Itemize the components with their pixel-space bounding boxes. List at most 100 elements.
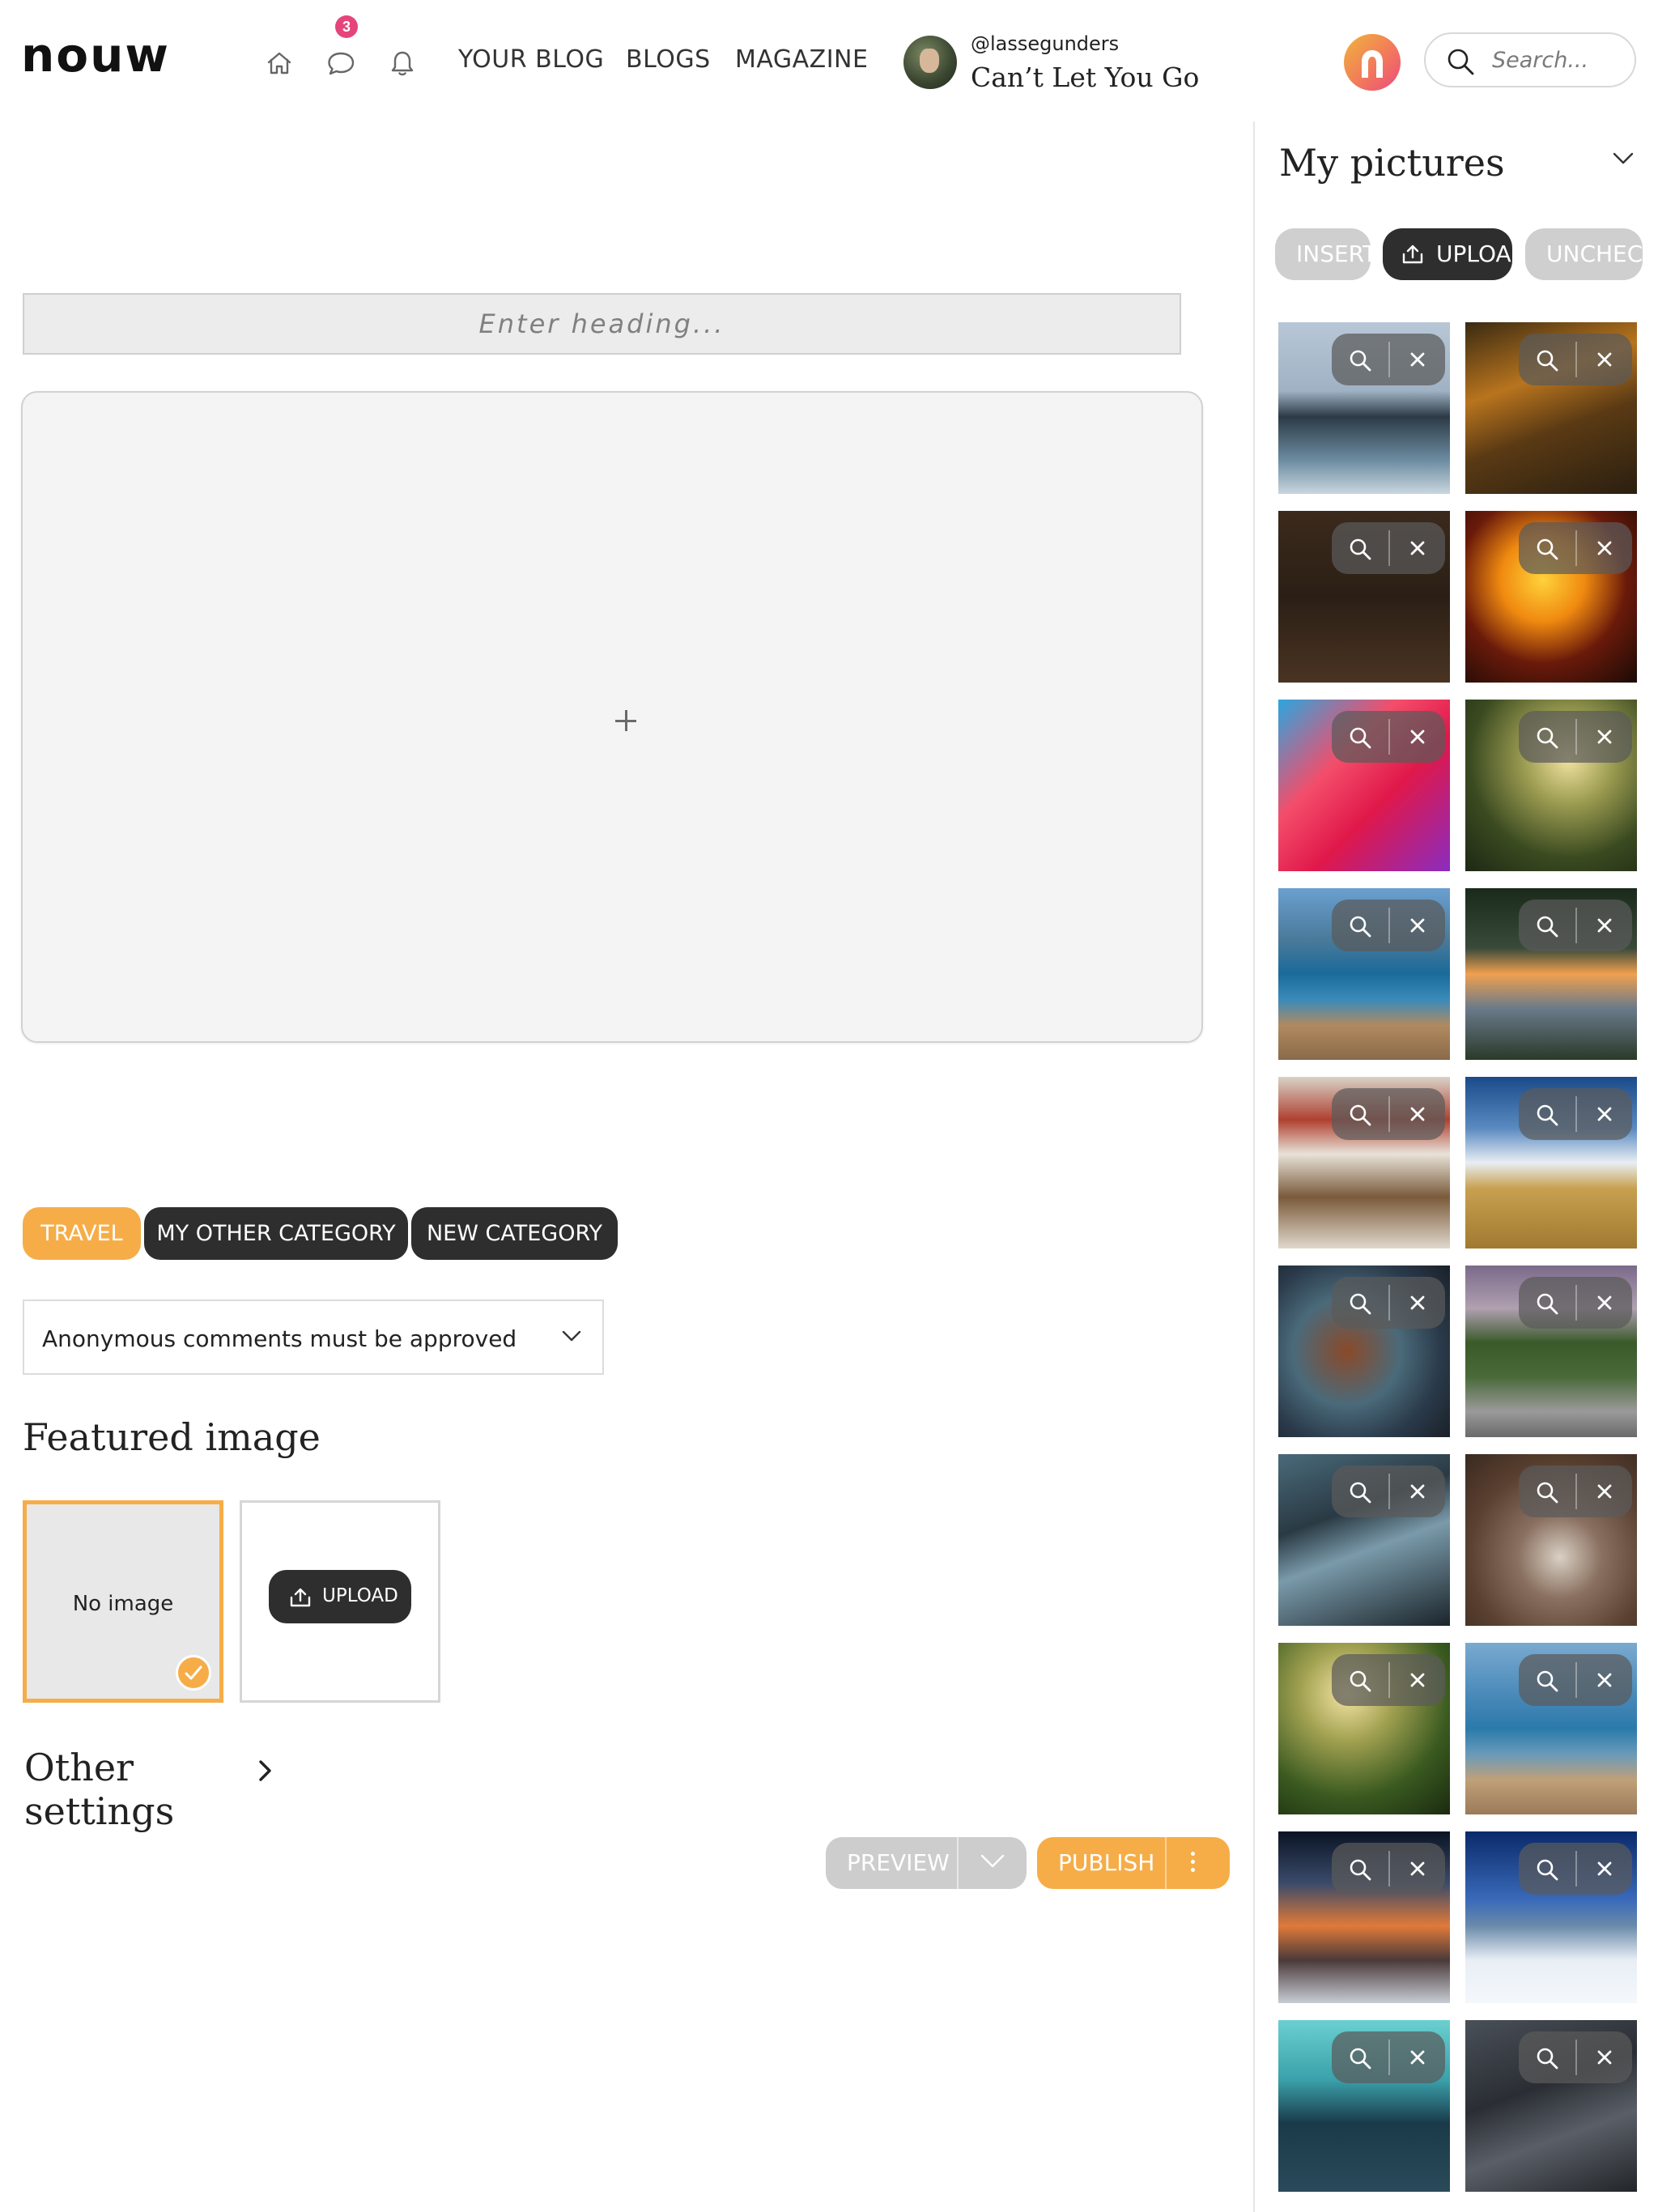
zoom-icon[interactable] <box>1348 1103 1372 1131</box>
close-icon[interactable] <box>1409 917 1426 938</box>
close-icon[interactable] <box>1596 351 1613 372</box>
category-chip-my-other-category[interactable]: MY OTHER CATEGORY <box>144 1207 408 1260</box>
zoom-icon[interactable] <box>1535 1291 1559 1320</box>
picture-thumbnail-beach-cliffs[interactable] <box>1465 1643 1637 1814</box>
zoom-icon[interactable] <box>1535 914 1559 942</box>
search-icon <box>1448 49 1474 75</box>
home-icon[interactable] <box>263 47 295 79</box>
zoom-icon[interactable] <box>1348 2046 1372 2074</box>
other-settings-label: Other settings <box>24 1746 175 1833</box>
close-icon[interactable] <box>1409 351 1426 372</box>
avatar[interactable] <box>903 36 957 89</box>
heading-input[interactable] <box>23 293 1181 355</box>
nouw-logo[interactable]: nouw <box>21 36 188 78</box>
picture-thumbnail-pebbles-ground[interactable] <box>1465 1454 1637 1626</box>
zoom-icon[interactable] <box>1535 725 1559 754</box>
zoom-icon[interactable] <box>1348 348 1372 376</box>
close-icon[interactable] <box>1596 1483 1613 1504</box>
profile-blog-name[interactable]: Can’t Let You Go <box>971 62 1199 93</box>
close-icon[interactable] <box>1596 917 1613 938</box>
close-icon[interactable] <box>1409 540 1426 560</box>
zoom-icon[interactable] <box>1535 1480 1559 1508</box>
preview-button[interactable]: PREVIEW <box>847 1837 950 1889</box>
upload-button[interactable]: UPLOAD <box>1383 228 1512 280</box>
close-icon[interactable] <box>1409 1106 1426 1126</box>
category-chip-new-category[interactable]: NEW CATEGORY <box>411 1207 618 1260</box>
close-icon[interactable] <box>1596 2049 1613 2069</box>
picture-thumbnail-sunset-coast-trees[interactable] <box>1465 888 1637 1060</box>
picture-thumbnail-forest-sunbeams[interactable] <box>1278 1643 1450 1814</box>
logo-text: nouw <box>21 36 170 78</box>
nouw-app-icon[interactable] <box>1344 34 1401 91</box>
other-settings-toggle[interactable]: Other settings <box>24 1746 283 1833</box>
picture-thumbnail-snowy-mountains[interactable] <box>1465 1831 1637 2003</box>
close-icon[interactable] <box>1596 1295 1613 1315</box>
featured-upload-button[interactable]: UPLOAD <box>269 1570 411 1623</box>
picture-thumbnail-red-pink-abstract[interactable] <box>1278 700 1450 871</box>
control-divider <box>1388 1851 1390 1887</box>
zoom-icon[interactable] <box>1535 348 1559 376</box>
more-options-icon[interactable] <box>1191 1852 1196 1874</box>
picture-thumbnail-coastal-beach[interactable] <box>1278 888 1450 1060</box>
close-icon[interactable] <box>1409 1483 1426 1504</box>
picture-thumbnail-mountain-sunset[interactable] <box>1278 1831 1450 2003</box>
search-bar[interactable] <box>1424 32 1636 87</box>
picture-thumbnail-cracked-blue-paint[interactable] <box>1278 1454 1450 1626</box>
uncheck-button[interactable]: UNCHECK <box>1525 228 1643 280</box>
close-icon[interactable] <box>1596 1672 1613 1692</box>
search-input[interactable] <box>1492 44 1622 76</box>
picture-thumbnail-art-studio-shelves[interactable] <box>1278 1077 1450 1249</box>
zoom-icon[interactable] <box>1348 1857 1372 1886</box>
zoom-icon[interactable] <box>1348 1480 1372 1508</box>
comments-setting-select[interactable]: Anonymous comments must be approved <box>23 1300 604 1375</box>
zoom-icon[interactable] <box>1535 2046 1559 2074</box>
zoom-icon[interactable] <box>1348 537 1372 565</box>
nav-link-magazine[interactable]: MAGAZINE <box>735 45 868 74</box>
bell-icon[interactable] <box>386 47 419 79</box>
close-icon[interactable] <box>1409 1861 1426 1881</box>
nav-link-blogs[interactable]: BLOGS <box>626 45 711 74</box>
preview-button-group: PREVIEW <box>826 1837 1027 1889</box>
close-icon[interactable] <box>1596 540 1613 560</box>
comment-icon[interactable] <box>325 47 357 79</box>
zoom-icon[interactable] <box>1348 914 1372 942</box>
chevron-down-icon[interactable] <box>980 1853 1005 1870</box>
close-icon[interactable] <box>1596 1861 1613 1881</box>
nav-link-your-blog[interactable]: YOUR BLOG <box>458 45 604 74</box>
picture-thumbnail-grass-gravel-dusk[interactable] <box>1465 1266 1637 1437</box>
insert-button[interactable]: INSERT <box>1275 228 1371 280</box>
close-icon[interactable] <box>1409 2049 1426 2069</box>
zoom-icon[interactable] <box>1348 725 1372 754</box>
publish-button[interactable]: PUBLISH <box>1058 1837 1154 1889</box>
control-divider <box>1388 530 1390 566</box>
thumbnail-controls <box>1332 1654 1445 1706</box>
chevron-down-icon[interactable] <box>1613 152 1634 165</box>
picture-thumbnail-fire-breather[interactable] <box>1465 511 1637 683</box>
content-editor-area[interactable] <box>21 391 1203 1043</box>
picture-thumbnail-teal-bridge[interactable] <box>1278 2020 1450 2192</box>
publish-button-group: PUBLISH <box>1037 1837 1230 1889</box>
close-icon[interactable] <box>1596 1106 1613 1126</box>
close-icon[interactable] <box>1596 729 1613 749</box>
category-chip-travel[interactable]: TRAVEL <box>23 1207 141 1260</box>
picture-thumbnail-rusty-penny-1972[interactable] <box>1278 1266 1450 1437</box>
picture-thumbnail-sunlit-forest[interactable] <box>1465 700 1637 871</box>
close-icon[interactable] <box>1409 1295 1426 1315</box>
control-divider <box>1575 1851 1577 1887</box>
profile-username[interactable]: @lassegunders <box>971 32 1119 55</box>
picture-thumbnail-wheat-field-sky[interactable] <box>1465 1077 1637 1249</box>
zoom-icon[interactable] <box>1535 1857 1559 1886</box>
zoom-icon[interactable] <box>1535 537 1559 565</box>
picture-thumbnail-sea-stacks[interactable] <box>1278 322 1450 494</box>
picture-thumbnail-chicken-menu-board[interactable] <box>1278 511 1450 683</box>
zoom-icon[interactable] <box>1348 1291 1372 1320</box>
picture-thumbnail-dark-rock-surface[interactable] <box>1465 2020 1637 2192</box>
zoom-icon[interactable] <box>1535 1103 1559 1131</box>
featured-no-image-option[interactable]: No image <box>23 1500 223 1703</box>
close-icon[interactable] <box>1409 1672 1426 1692</box>
zoom-icon[interactable] <box>1535 1669 1559 1697</box>
close-icon[interactable] <box>1409 729 1426 749</box>
add-block-plus-icon[interactable] <box>614 708 638 733</box>
zoom-icon[interactable] <box>1348 1669 1372 1697</box>
picture-thumbnail-autumn-watermill[interactable] <box>1465 322 1637 494</box>
